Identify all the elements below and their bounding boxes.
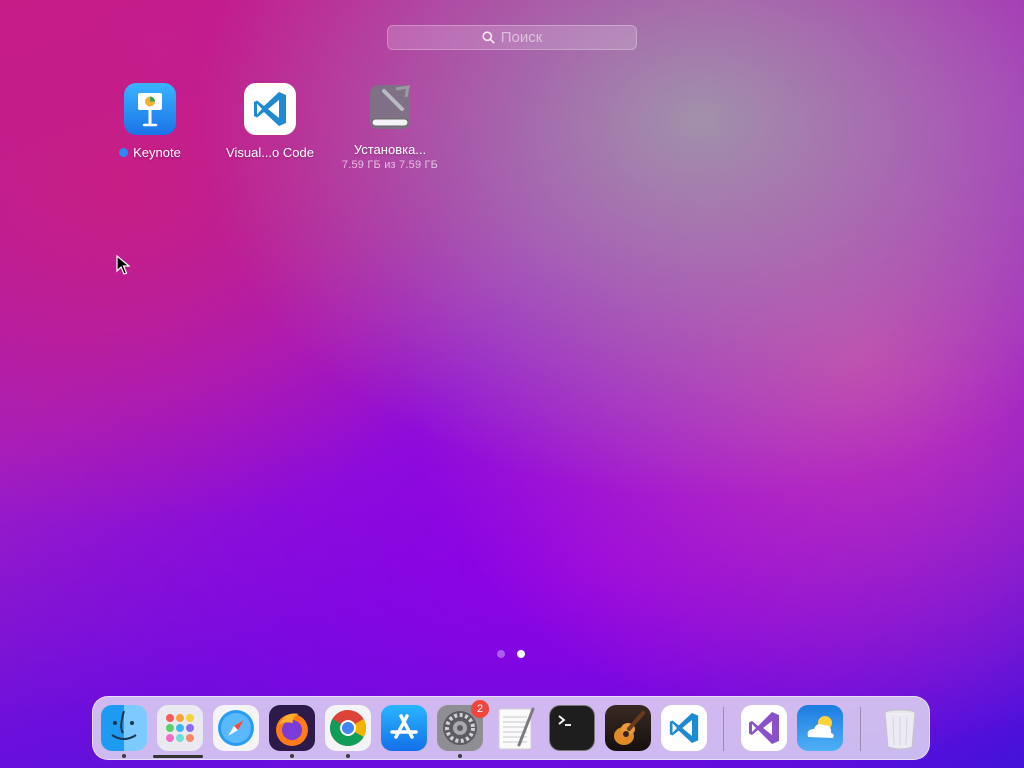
download-progress-text: 7.59 ГБ из 7.59 ГБ — [341, 159, 439, 171]
dock-firefox[interactable] — [269, 705, 315, 751]
launchpad-icon — [166, 714, 194, 742]
app-label: Keynote — [133, 145, 181, 160]
search-icon — [482, 31, 495, 44]
dock-textedit[interactable] — [493, 705, 539, 751]
app-label: Visual...o Code — [226, 145, 314, 160]
dock-launchpad[interactable] — [157, 705, 203, 751]
dock-visual-studio[interactable] — [741, 705, 787, 751]
dock-garageband[interactable] — [605, 705, 651, 751]
dock-safari[interactable] — [213, 705, 259, 751]
dock-finder[interactable] — [101, 705, 147, 751]
notification-badge: 2 — [471, 700, 489, 718]
dock-system-preferences[interactable]: 2 — [437, 700, 489, 751]
page-dot-2[interactable] — [517, 650, 525, 658]
dock-separator — [723, 707, 724, 751]
dock-chrome[interactable] — [325, 705, 371, 751]
mouse-pointer-icon — [116, 255, 130, 275]
search-placeholder: Поиск — [500, 29, 543, 46]
running-indicator — [458, 754, 462, 758]
running-indicator — [290, 754, 294, 758]
keynote-icon — [124, 83, 176, 135]
chrome-icon — [329, 710, 366, 747]
textedit-icon — [498, 707, 535, 750]
weather-icon — [807, 716, 834, 738]
running-indicator — [346, 754, 350, 758]
finder-icon — [111, 710, 137, 740]
page-dot-1[interactable] — [497, 650, 505, 658]
launchpad-search-field[interactable]: Поиск — [387, 25, 637, 50]
terminal-icon — [558, 715, 571, 726]
app-visual-studio-code[interactable]: Visual...o Code — [205, 83, 335, 160]
dock: 2 — [92, 696, 930, 760]
dock-app-store[interactable] — [381, 705, 427, 751]
garageband-icon — [614, 711, 645, 745]
page-indicator — [497, 650, 525, 658]
macos-installer-icon — [362, 79, 418, 135]
safari-icon — [218, 710, 254, 746]
app-store-icon — [390, 714, 418, 739]
vscode-icon — [669, 712, 699, 744]
dock-separator — [860, 707, 861, 751]
dock-vscode[interactable] — [661, 705, 707, 751]
app-installer-downloading[interactable]: Установка... 7.59 ГБ из 7.59 ГБ — [325, 79, 455, 171]
visual-studio-icon — [749, 712, 779, 744]
dock-terminal[interactable] — [549, 705, 595, 751]
dock-trash[interactable] — [877, 705, 923, 751]
vscode-icon — [244, 83, 296, 135]
firefox-icon — [276, 713, 308, 746]
running-indicator — [122, 754, 126, 758]
dock-weather[interactable] — [797, 705, 843, 751]
app-keynote[interactable]: Keynote — [85, 83, 215, 160]
app-label: Установка... — [353, 142, 427, 157]
trash-icon — [884, 709, 916, 750]
launchpad-active-bar — [153, 755, 203, 758]
new-app-dot — [119, 148, 129, 157]
